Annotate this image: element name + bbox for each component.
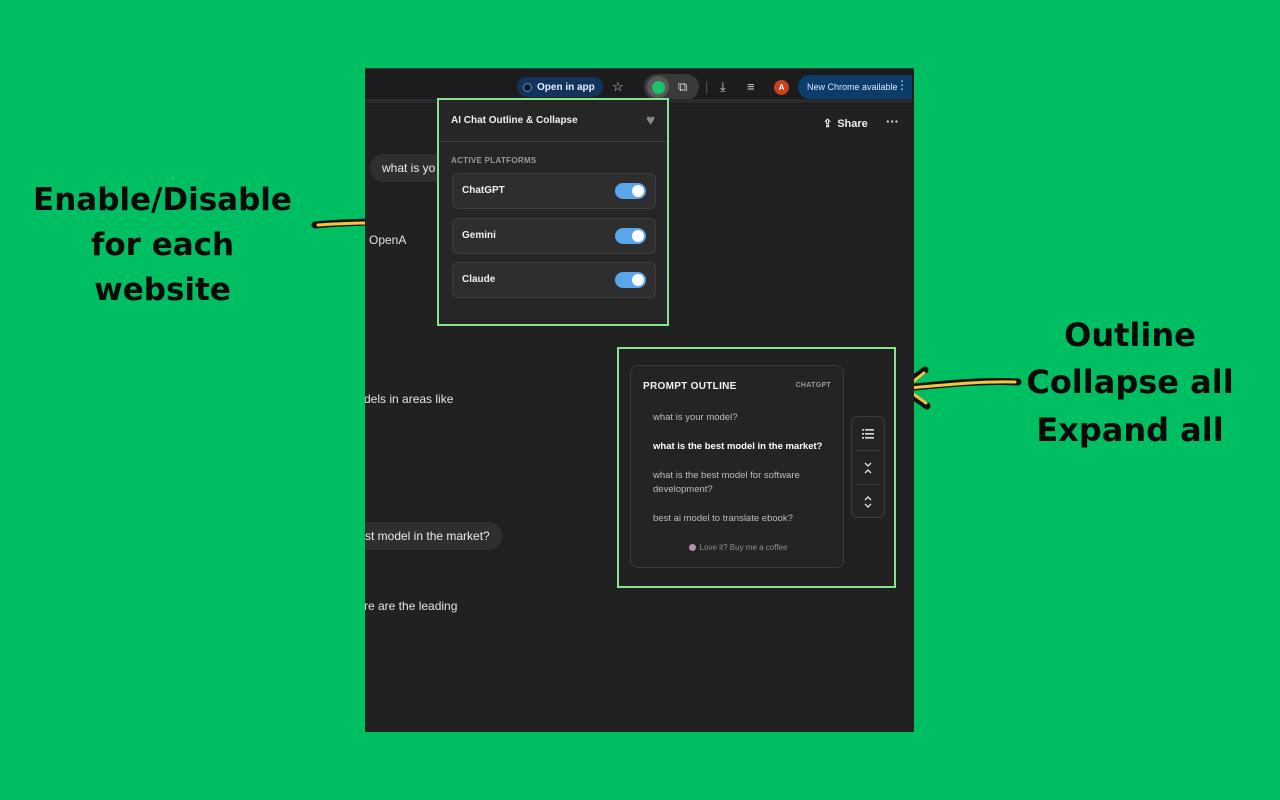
new-chrome-label: New Chrome available xyxy=(807,82,898,92)
extension-icon[interactable] xyxy=(647,76,669,98)
platform-tag: CHATGPT xyxy=(795,382,831,389)
chat-message-bubble: st model in the market? xyxy=(365,522,502,550)
platform-row-claude: Claude xyxy=(452,262,656,298)
popup-title: AI Chat Outline & Collapse xyxy=(451,115,578,126)
new-chrome-button[interactable]: New Chrome available ⋮ xyxy=(798,75,912,99)
platform-row-chatgpt: ChatGPT xyxy=(452,173,656,209)
divider xyxy=(439,141,667,142)
outline-toggle-button[interactable] xyxy=(852,417,884,450)
outline-title: PROMPT OUTLINE xyxy=(643,381,737,392)
platform-toggle-chatgpt[interactable] xyxy=(615,183,646,199)
chat-response-text: dels in areas like xyxy=(365,392,454,406)
outline-controls xyxy=(851,416,885,518)
outline-item[interactable]: what is the best model for software deve… xyxy=(653,469,833,497)
outline-item[interactable]: best ai model to translate ebook? xyxy=(653,512,833,526)
platform-label: Gemini xyxy=(462,230,496,241)
open-in-app-button[interactable]: Open in app xyxy=(517,77,603,97)
open-in-app-label: Open in app xyxy=(537,81,595,93)
download-icon[interactable]: ⤓ xyxy=(720,78,726,96)
collapse-icon xyxy=(864,462,872,473)
kebab-menu-icon[interactable]: ⋮ xyxy=(896,78,908,92)
outline-item[interactable]: what is your model? xyxy=(653,411,833,425)
prompt-outline-panel: PROMPT OUTLINE CHATGPT what is your mode… xyxy=(630,365,844,568)
platform-toggle-claude[interactable] xyxy=(615,272,646,288)
annotation-left: Enable/Disable for each website xyxy=(33,182,292,308)
puzzle-icon[interactable]: ⧉ xyxy=(678,78,687,96)
avatar[interactable]: A xyxy=(774,80,789,95)
share-icon: ⇪ xyxy=(823,118,833,130)
coffee-link[interactable]: Love it? Buy me a coffee xyxy=(631,543,845,552)
app-icon xyxy=(523,82,532,92)
section-heading: ACTIVE PLATFORMS xyxy=(451,156,537,165)
heart-icon[interactable]: ♥ xyxy=(646,112,655,129)
platform-row-gemini: Gemini xyxy=(452,218,656,254)
share-label: Share xyxy=(837,117,868,130)
annotation-right: Outline Collapse all Expand all xyxy=(1010,312,1250,454)
coffee-icon xyxy=(688,544,696,552)
platform-label: Claude xyxy=(462,274,496,285)
outline-item-active[interactable]: what is the best model in the market? xyxy=(653,440,833,454)
expand-icon xyxy=(864,495,872,508)
coffee-label: Love it? Buy me a coffee xyxy=(699,543,788,552)
platform-label: ChatGPT xyxy=(462,185,505,196)
share-button[interactable]: ⇪ Share xyxy=(823,117,868,131)
platform-toggle-gemini[interactable] xyxy=(615,228,646,244)
expand-all-button[interactable] xyxy=(852,485,884,518)
toolbar-divider: | xyxy=(705,79,709,94)
chat-response-text: OpenA xyxy=(369,233,407,247)
star-icon[interactable]: ☆ xyxy=(612,78,624,96)
extension-popup: AI Chat Outline & Collapse ♥ ACTIVE PLAT… xyxy=(437,98,669,326)
list-icon xyxy=(862,428,874,439)
chat-message-bubble: what is yo xyxy=(370,154,448,182)
reading-list-icon[interactable]: ≡ xyxy=(747,78,755,96)
collapse-all-button[interactable] xyxy=(852,451,884,484)
more-options-icon[interactable]: ··· xyxy=(886,114,899,129)
chat-response-text: re are the leading xyxy=(365,599,458,613)
annotation-right-text: Outline Collapse all Expand all xyxy=(1026,316,1234,449)
